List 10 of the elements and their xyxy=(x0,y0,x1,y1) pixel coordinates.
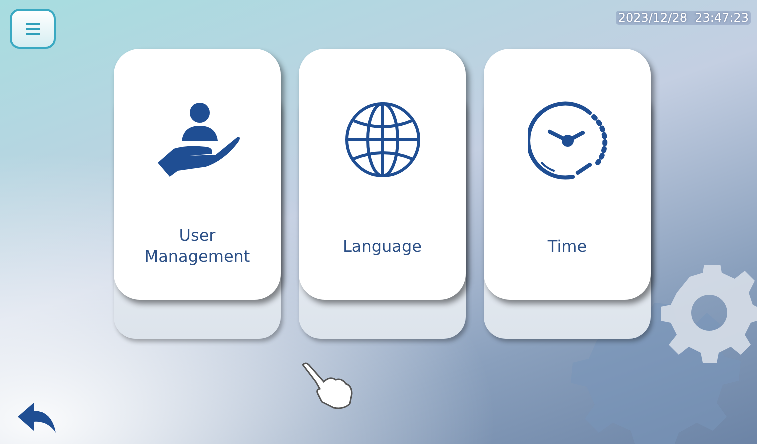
settings-tile[interactable]: Language xyxy=(299,49,466,300)
hand-holding-person-icon xyxy=(156,101,240,179)
settings-tile[interactable]: User Management xyxy=(114,49,281,300)
menu-icon xyxy=(26,23,40,35)
datetime-text: 2023/12/28 23:47:23 xyxy=(616,11,751,25)
clock-icon xyxy=(528,101,608,181)
menu-button[interactable] xyxy=(10,9,56,49)
globe-icon xyxy=(344,101,422,179)
settings-tile[interactable]: Time xyxy=(484,49,651,300)
back-arrow-icon xyxy=(18,403,56,433)
